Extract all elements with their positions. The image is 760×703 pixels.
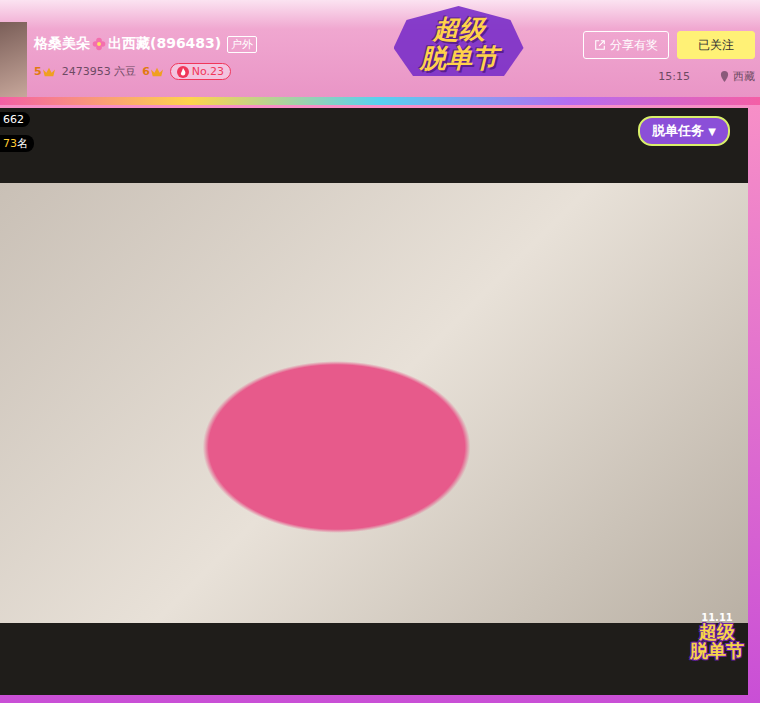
streamer-avatar[interactable]	[0, 22, 27, 97]
room-title: 出西藏(896483)	[108, 35, 221, 53]
viewer-count: 662	[0, 112, 30, 127]
location: 西藏	[733, 69, 755, 84]
decor-stripe	[0, 97, 760, 105]
follow-button[interactable]: 已关注	[677, 31, 755, 59]
festival-logo-text: 脱单节	[420, 44, 498, 73]
festival-logo: 超级脱单节	[334, 0, 583, 97]
video-frame[interactable]	[0, 183, 748, 623]
rank-position: 73名	[0, 135, 34, 152]
share-icon	[594, 39, 606, 51]
live-stats: 662 73名	[0, 112, 34, 152]
crown-icon	[42, 66, 56, 78]
task-button[interactable]: 脱单任务 ▼	[638, 116, 730, 146]
wealth-level: 6	[142, 65, 164, 78]
video-player: 662 73名 脱单任务 ▼ 11.11 超级脱单节	[0, 105, 760, 703]
flower-icon	[92, 37, 106, 51]
streamer-info: 格桑美朵 出西藏(896483) 户外 5 2473953 六豆 6 No.23	[27, 0, 334, 97]
share-button[interactable]: 分享有奖	[583, 31, 669, 59]
crown-icon	[150, 66, 164, 78]
live-room: 格桑美朵 出西藏(896483) 户外 5 2473953 六豆 6 No.23…	[0, 0, 760, 703]
category-tag[interactable]: 户外	[227, 36, 257, 53]
beans-count: 2473953 六豆	[62, 64, 137, 79]
festival-logo-text: 超级	[433, 15, 485, 44]
anchor-level: 5	[34, 65, 56, 78]
rank-badge[interactable]: No.23	[170, 63, 231, 80]
room-header: 格桑美朵 出西藏(896483) 户外 5 2473953 六豆 6 No.23…	[0, 0, 760, 97]
location-pin-icon	[720, 71, 729, 82]
header-actions: 分享有奖 已关注 15:15 西藏	[583, 0, 760, 97]
fire-icon	[177, 66, 189, 78]
clock-time: 15:15	[658, 70, 690, 83]
streamer-name[interactable]: 格桑美朵	[34, 35, 90, 53]
corner-logo: 11.11 超级脱单节	[690, 613, 744, 661]
